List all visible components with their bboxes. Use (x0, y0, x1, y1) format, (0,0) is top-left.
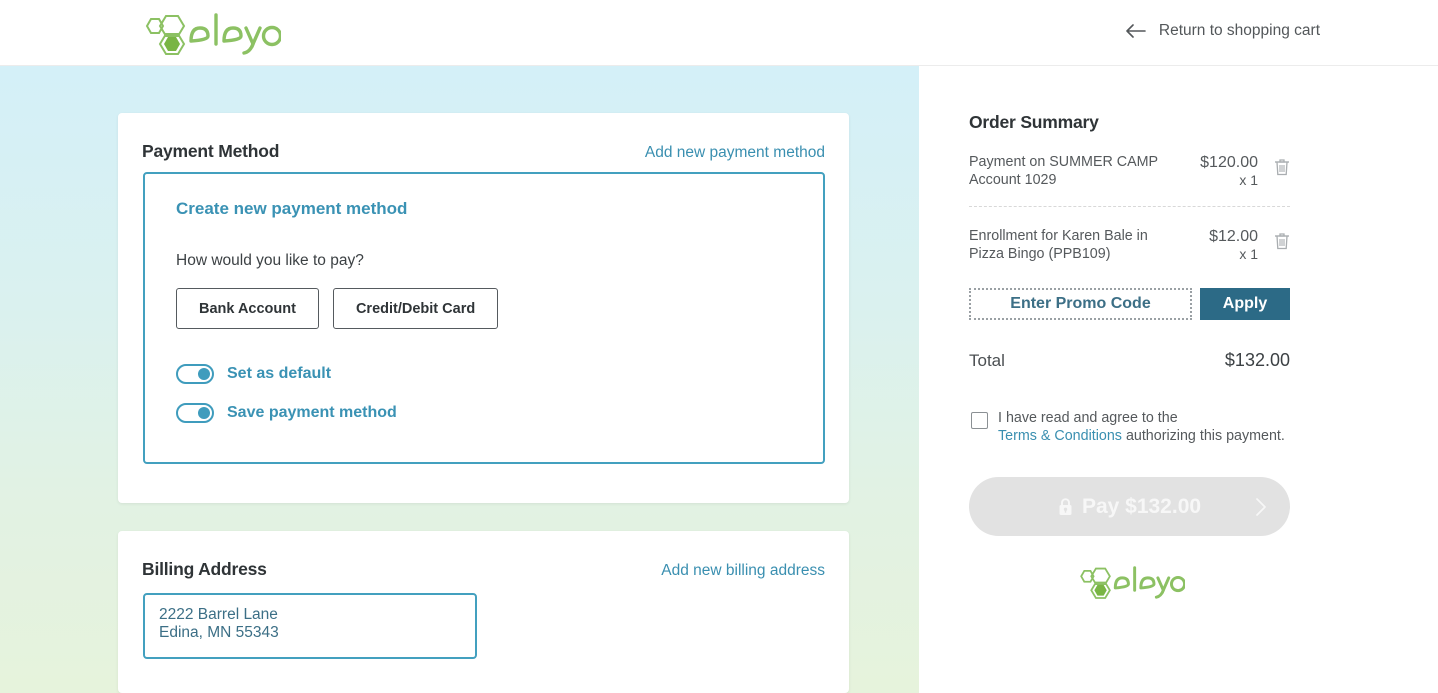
create-payment-method-box: Create new payment method How would you … (143, 172, 825, 464)
save-payment-method-label: Save payment method (227, 404, 397, 421)
return-to-cart-link[interactable]: Return to shopping cart (1126, 22, 1320, 40)
save-payment-method-toggle-row[interactable]: Save payment method (176, 403, 397, 423)
terms-text: I have read and agree to the Terms & Con… (998, 410, 1285, 445)
terms-text-after: authorizing this payment. (1125, 427, 1285, 444)
order-summary-title: Order Summary (969, 112, 1099, 132)
order-item-amount: $12.00 x 1 (1182, 228, 1258, 263)
terms-agreement-row: I have read and agree to the Terms & Con… (969, 410, 1290, 445)
billing-address-header: Billing Address Add new billing address (118, 559, 849, 580)
apply-promo-button[interactable]: Apply (1200, 288, 1290, 320)
payment-method-header: Payment Method Add new payment method (118, 141, 849, 162)
arrow-left-icon (1126, 24, 1146, 38)
order-item-quantity: x 1 (1239, 245, 1258, 262)
create-payment-method-title: Create new payment method (176, 199, 408, 218)
trash-icon (1275, 159, 1289, 176)
order-total-label: Total (969, 351, 1005, 370)
pay-button-label: Pay $132.00 (1081, 494, 1202, 518)
page-header: Return to shopping cart (0, 0, 1438, 66)
terms-checkbox[interactable] (971, 412, 988, 429)
promo-code-row: Apply (969, 288, 1290, 320)
eleyo-logo-icon (145, 13, 281, 55)
pay-button[interactable]: Pay $132.00 (969, 477, 1290, 536)
toggle-knob (198, 368, 210, 380)
remove-order-item-button[interactable] (1258, 228, 1290, 250)
return-to-cart-label: Return to shopping cart (1158, 22, 1320, 39)
eleyo-logo[interactable] (139, 13, 281, 55)
promo-code-input[interactable] (969, 288, 1192, 320)
lock-icon (1059, 497, 1072, 515)
order-summary-pane: Order Summary Payment on SUMMER CAMP Acc… (919, 66, 1438, 693)
billing-address-title: Billing Address (142, 559, 267, 579)
set-as-default-toggle[interactable] (176, 364, 214, 384)
add-new-billing-address-link[interactable]: Add new billing address (661, 562, 825, 580)
trash-icon (1275, 233, 1289, 250)
address-line-1: 2222 Barrel Lane (159, 606, 278, 623)
chevron-right-icon (1256, 497, 1266, 516)
toggle-knob (198, 407, 210, 419)
order-item: Payment on SUMMER CAMP Account 1029 $120… (969, 133, 1290, 206)
order-total-value: $132.00 (1224, 350, 1290, 370)
order-total-row: Total $132.00 (969, 350, 1290, 371)
terms-text-before: I have read and agree to the (998, 410, 1178, 426)
order-item-price: $12.00 (1209, 228, 1258, 245)
address-line-2: Edina, MN 55343 (159, 624, 279, 641)
selected-billing-address[interactable]: 2222 Barrel Lane Edina, MN 55343 (143, 593, 477, 659)
order-item-amount: $120.00 x 1 (1182, 154, 1258, 189)
bank-account-button[interactable]: Bank Account (176, 288, 319, 329)
remove-order-item-button[interactable] (1258, 154, 1290, 176)
order-item-price: $120.00 (1200, 154, 1258, 171)
order-summary: Order Summary Payment on SUMMER CAMP Acc… (969, 112, 1290, 599)
payment-type-buttons: Bank Account Credit/Debit Card (176, 288, 499, 329)
order-item: Enrollment for Karen Bale in Pizza Bingo… (969, 206, 1290, 280)
payment-question-label: How would you like to pay? (176, 252, 364, 269)
set-as-default-label: Set as default (227, 365, 332, 382)
credit-debit-card-button[interactable]: Credit/Debit Card (332, 288, 499, 329)
add-new-payment-method-link[interactable]: Add new payment method (645, 144, 825, 162)
billing-address-card: Billing Address Add new billing address … (118, 531, 849, 693)
checkout-left-pane: Payment Method Add new payment method Cr… (0, 66, 919, 693)
payment-method-card: Payment Method Add new payment method Cr… (118, 113, 849, 503)
terms-and-conditions-link[interactable]: Terms & Conditions (998, 428, 1122, 444)
save-payment-method-toggle[interactable] (176, 403, 214, 423)
footer-eleyo-logo (969, 566, 1290, 599)
payment-method-title: Payment Method (142, 141, 280, 161)
set-as-default-toggle-row[interactable]: Set as default (176, 364, 331, 384)
order-item-description: Enrollment for Karen Bale in Pizza Bingo… (969, 228, 1148, 262)
order-item-description: Payment on SUMMER CAMP Account 1029 (969, 154, 1158, 188)
eleyo-logo-icon (1079, 566, 1185, 599)
order-item-quantity: x 1 (1239, 171, 1258, 188)
